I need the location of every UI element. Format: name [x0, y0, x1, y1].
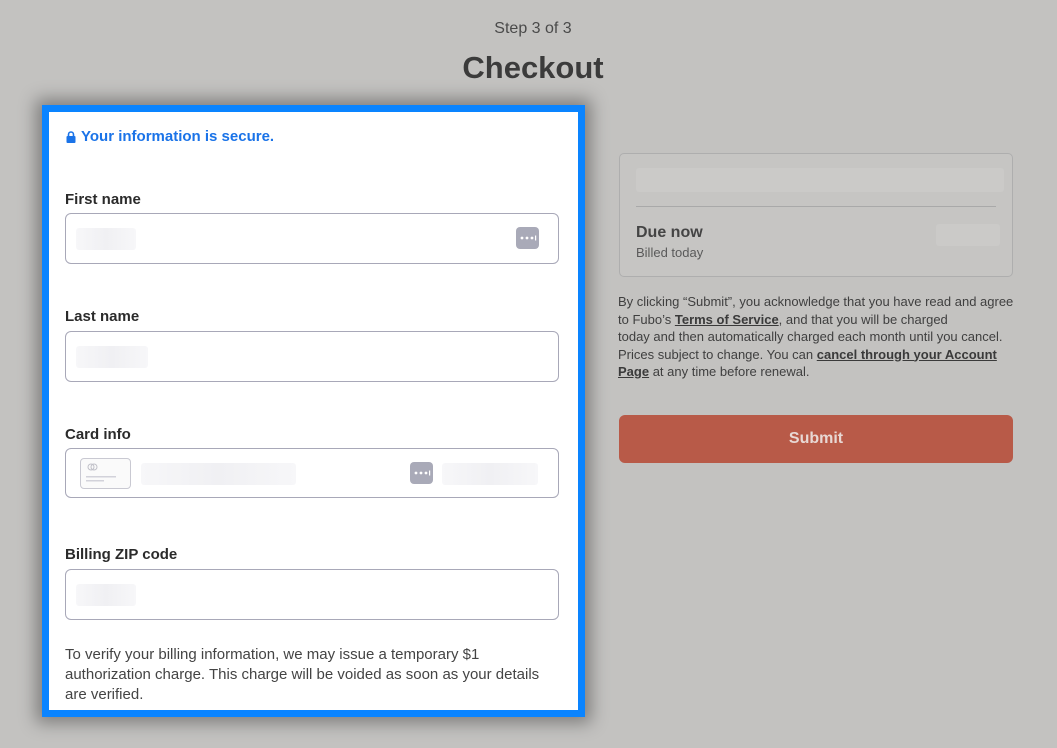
dots-icon[interactable]: [516, 227, 539, 249]
first-name-field[interactable]: [65, 213, 559, 264]
terms-of-service-link[interactable]: Terms of Service: [675, 312, 779, 327]
field-placeholder: [76, 228, 136, 250]
billed-today-label: Billed today: [636, 245, 704, 260]
field-placeholder: [76, 584, 136, 606]
credit-card-icon: [80, 458, 131, 489]
dots-icon[interactable]: [410, 462, 433, 484]
last-name-label: Last name: [65, 308, 140, 325]
verification-note: To verify your billing information, we m…: [65, 646, 540, 703]
legal-text: By clicking “Submit”, you acknowledge th…: [618, 293, 1014, 381]
page-title: Checkout: [462, 50, 604, 85]
legal-part-2: , and that you will be charged: [778, 311, 952, 327]
summary-divider: [636, 206, 996, 207]
submit-button[interactable]: Submit: [619, 415, 1013, 463]
payment-form-card: Your information is secure. First name L…: [42, 105, 585, 717]
due-now-label: Due now: [636, 224, 703, 241]
last-name-field[interactable]: [65, 331, 559, 382]
order-summary: Due now Billed today: [619, 153, 1013, 277]
card-info-label: Card info: [65, 426, 131, 443]
legal-part-4: at any time before renewal.: [649, 364, 810, 379]
summary-placeholder: [636, 168, 1004, 192]
card-expiry-placeholder: [442, 463, 538, 485]
card-number-placeholder: [141, 463, 296, 485]
first-name-label: First name: [65, 191, 141, 208]
price-placeholder: [936, 224, 1000, 246]
secure-notice: Your information is secure.: [66, 128, 274, 145]
lock-icon: [66, 130, 76, 143]
step-indicator: Step 3 of 3: [494, 20, 572, 37]
field-placeholder: [76, 346, 148, 368]
zip-label: Billing ZIP code: [65, 546, 178, 563]
secure-notice-text: Your information is secure.: [81, 128, 275, 145]
zip-field[interactable]: [65, 569, 559, 620]
card-info-field[interactable]: [65, 448, 559, 498]
